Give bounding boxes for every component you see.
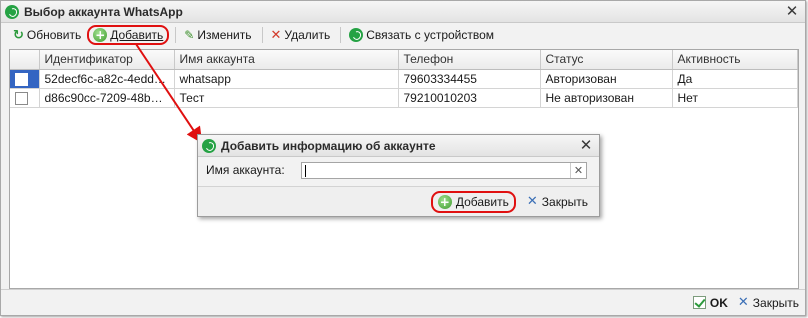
- delete-label: Удалить: [284, 28, 331, 42]
- column-header-status[interactable]: Статус: [540, 50, 673, 70]
- window-close-icon[interactable]: ✕: [785, 4, 799, 19]
- column-header-name[interactable]: Имя аккаунта: [174, 50, 399, 70]
- window-titlebar: Выбор аккаунта WhatsApp ✕: [1, 1, 805, 23]
- toolbar-divider: [261, 27, 263, 43]
- connect-device-button[interactable]: Связать с устройством: [345, 25, 498, 45]
- row-checkbox[interactable]: [15, 91, 28, 105]
- checkmark-icon: [692, 296, 706, 309]
- window-title: Выбор аккаунта WhatsApp: [24, 4, 183, 19]
- refresh-icon: ↻: [13, 27, 24, 43]
- table-row[interactable]: d86c90cc-7209-48b1-9... Тест 79210010203…: [10, 88, 798, 108]
- column-header-phone[interactable]: Телефон: [398, 50, 541, 70]
- add-account-dialog: Добавить информацию об аккаунте ✕ Имя ак…: [197, 134, 600, 217]
- account-name-input[interactable]: ✕: [301, 161, 587, 179]
- ok-button[interactable]: OK: [692, 295, 728, 310]
- cell-id: d86c90cc-7209-48b1-9...: [39, 88, 175, 108]
- whatsapp-icon: [349, 28, 364, 42]
- dialog-close-icon[interactable]: ✕: [579, 138, 593, 153]
- row-checkbox-cell[interactable]: [10, 69, 40, 89]
- cell-status: Авторизован: [540, 69, 673, 89]
- toolbar: ↻ Обновить + Добавить ✎ Изменить ✕ Удали…: [1, 23, 805, 47]
- pencil-icon: ✎: [184, 28, 195, 42]
- cell-status: Не авторизован: [540, 88, 673, 108]
- dialog-close-button[interactable]: ✕ Закрыть: [522, 191, 593, 213]
- dialog-titlebar: Добавить информацию об аккаунте ✕: [198, 135, 599, 157]
- account-name-label: Имя аккаунта:: [206, 163, 285, 177]
- account-name-row: Имя аккаунта: ✕: [198, 157, 599, 183]
- ok-label: OK: [709, 295, 728, 310]
- plus-circle-icon: +: [437, 194, 452, 209]
- toolbar-divider: [340, 27, 342, 43]
- connect-label: Связать с устройством: [366, 28, 495, 42]
- dialog-footer: + Добавить ✕ Закрыть: [198, 186, 599, 216]
- dialog-close-label: Закрыть: [541, 194, 588, 209]
- edit-button[interactable]: ✎ Изменить: [180, 25, 255, 45]
- close-x-icon: ✕: [526, 194, 538, 209]
- cell-name: Тест: [174, 88, 399, 108]
- row-checkbox-cell[interactable]: [10, 88, 40, 108]
- table-row[interactable]: 52decf6c-a82c-4edd-b1... whatsapp 796033…: [10, 69, 798, 89]
- cell-phone: 79603334455: [398, 69, 541, 89]
- column-header-id[interactable]: Идентификатор: [39, 50, 175, 70]
- dialog-add-label: Добавить: [455, 194, 509, 209]
- delete-x-icon: ✕: [270, 27, 282, 43]
- refresh-button[interactable]: ↻ Обновить: [9, 25, 85, 45]
- whatsapp-icon: [5, 4, 19, 19]
- text-caret: [305, 164, 306, 177]
- cell-phone: 79210010203: [398, 88, 541, 108]
- close-button[interactable]: ✕ Закрыть: [738, 295, 799, 310]
- window-footer: OK ✕ Закрыть: [1, 289, 805, 315]
- cell-id: 52decf6c-a82c-4edd-b1...: [39, 69, 175, 89]
- column-header-activity[interactable]: Активность: [672, 50, 798, 70]
- dialog-add-button[interactable]: + Добавить: [430, 190, 516, 213]
- toolbar-divider: [175, 27, 177, 43]
- add-label: Добавить: [110, 28, 164, 42]
- cell-name: whatsapp: [174, 69, 399, 89]
- delete-button[interactable]: ✕ Удалить: [267, 25, 335, 45]
- cell-activity: Да: [672, 69, 798, 89]
- whatsapp-icon: [202, 138, 216, 153]
- clear-icon[interactable]: ✕: [570, 162, 586, 178]
- dialog-title: Добавить информацию об аккаунте: [221, 138, 436, 153]
- refresh-label: Обновить: [26, 28, 82, 42]
- add-button[interactable]: + Добавить: [87, 25, 170, 45]
- table-header: Идентификатор Имя аккаунта Телефон Стату…: [10, 50, 798, 70]
- close-label: Закрыть: [752, 295, 799, 310]
- column-header-check[interactable]: [10, 50, 40, 70]
- close-x-icon: ✕: [737, 295, 749, 310]
- cell-activity: Нет: [672, 88, 798, 108]
- row-checkbox[interactable]: [15, 72, 28, 86]
- edit-label: Изменить: [197, 28, 252, 42]
- plus-circle-icon: +: [93, 28, 108, 42]
